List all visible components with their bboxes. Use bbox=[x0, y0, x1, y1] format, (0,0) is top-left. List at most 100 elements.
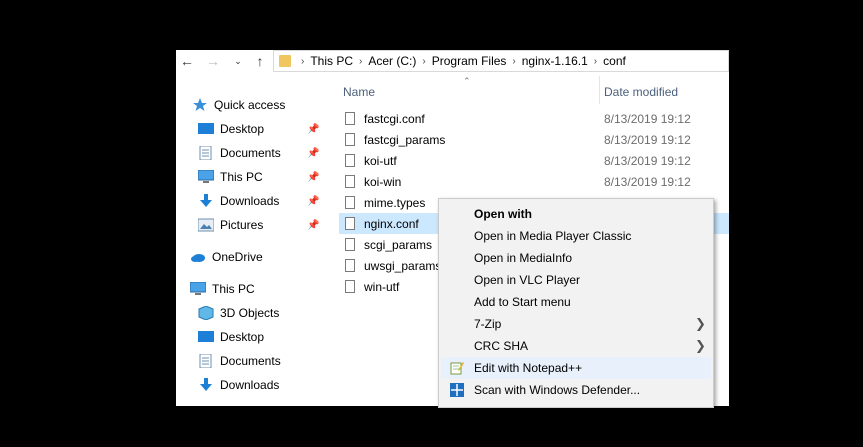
nav-documents-pinned[interactable]: Documents bbox=[198, 142, 281, 164]
menu-item-label: Edit with Notepad++ bbox=[474, 361, 583, 375]
download-icon bbox=[198, 378, 214, 392]
file-icon bbox=[345, 259, 355, 272]
chevron-right-icon: › bbox=[593, 55, 598, 67]
file-name: koi-utf bbox=[364, 153, 397, 168]
pin-icon[interactable]: 📌 bbox=[307, 220, 319, 231]
nav-quick-access[interactable]: Quick access bbox=[192, 94, 285, 116]
up-arrow-icon[interactable]: ↑ bbox=[251, 52, 269, 70]
nav-label: This PC bbox=[220, 170, 263, 184]
breadcrumb-nginx[interactable]: nginx-1.16.1 bbox=[522, 54, 588, 68]
nav-onedrive[interactable]: OneDrive bbox=[190, 246, 263, 268]
documents-icon bbox=[198, 145, 214, 161]
file-name: nginx.conf bbox=[364, 216, 419, 231]
forward-arrow-icon[interactable]: → bbox=[204, 52, 222, 70]
menu-item-scan-windows-defender[interactable]: Scan with Windows Defender... bbox=[441, 379, 711, 401]
breadcrumb-drive[interactable]: Acer (C:) bbox=[368, 54, 416, 68]
sort-ascending-icon: ⌃ bbox=[463, 76, 471, 86]
column-header-date-modified[interactable]: Date modified bbox=[604, 85, 678, 99]
pictures-icon bbox=[197, 218, 215, 232]
menu-item-open-with[interactable]: Open with bbox=[441, 203, 711, 225]
nav-3d-objects[interactable]: 3D Objects bbox=[198, 302, 279, 324]
menu-item-label: Scan with Windows Defender... bbox=[474, 383, 641, 397]
folder-icon bbox=[279, 55, 291, 67]
documents-icon bbox=[198, 353, 214, 369]
file-icon bbox=[345, 280, 355, 293]
nav-label: Pictures bbox=[220, 218, 264, 232]
computer-icon bbox=[197, 169, 215, 184]
navigation-bar: ← → ⌄ ↑ › This PC › Acer (C:) › Program … bbox=[176, 50, 729, 74]
file-row[interactable]: koi-utf 8/13/2019 19:12 bbox=[339, 150, 729, 171]
file-row[interactable]: fastcgi_params 8/13/2019 19:12 bbox=[339, 129, 729, 150]
file-date: 8/13/2019 19:12 bbox=[604, 174, 691, 189]
nav-documents[interactable]: Documents bbox=[198, 350, 281, 372]
file-date: 8/13/2019 19:12 bbox=[604, 132, 691, 147]
menu-item-label: Open in MediaInfo bbox=[474, 251, 573, 265]
nav-this-pc[interactable]: This PC bbox=[189, 278, 255, 300]
nav-pictures-pinned[interactable]: Pictures bbox=[197, 214, 264, 236]
star-icon bbox=[192, 98, 208, 112]
menu-item-add-to-start[interactable]: Add to Start menu bbox=[441, 291, 711, 313]
notepad-plus-plus-icon bbox=[450, 361, 464, 375]
menu-item-crc-sha[interactable]: CRC SHA ❯ bbox=[441, 335, 711, 357]
nav-label: Downloads bbox=[220, 194, 280, 208]
pin-icon[interactable]: 📌 bbox=[307, 172, 319, 183]
breadcrumb-this-pc[interactable]: This PC bbox=[310, 54, 353, 68]
column-divider[interactable] bbox=[599, 76, 600, 104]
file-name: win-utf bbox=[364, 279, 400, 294]
pin-icon[interactable]: 📌 bbox=[307, 148, 319, 159]
recent-locations-chevron-icon[interactable]: ⌄ bbox=[229, 52, 247, 70]
file-date: 8/13/2019 19:12 bbox=[604, 111, 691, 126]
nav-desktop[interactable]: Desktop bbox=[198, 326, 264, 348]
file-name: fastcgi_params bbox=[364, 132, 446, 147]
nav-label: Desktop bbox=[220, 330, 265, 344]
nav-downloads[interactable]: Downloads bbox=[198, 374, 279, 396]
file-icon bbox=[345, 238, 355, 251]
download-icon bbox=[198, 194, 214, 208]
file-icon bbox=[345, 154, 355, 167]
nav-this-pc-pinned[interactable]: This PC bbox=[197, 166, 263, 188]
menu-item-edit-notepad-plus-plus[interactable]: Edit with Notepad++ bbox=[441, 357, 711, 379]
nav-label: Documents bbox=[220, 354, 281, 368]
file-row[interactable]: fastcgi.conf 8/13/2019 19:12 bbox=[339, 108, 729, 129]
desktop-icon bbox=[198, 330, 214, 344]
file-name: fastcgi.conf bbox=[364, 111, 425, 126]
menu-item-open-vlc[interactable]: Open in VLC Player bbox=[441, 269, 711, 291]
file-row[interactable]: koi-win 8/13/2019 19:12 bbox=[339, 171, 729, 192]
menu-item-open-mediainfo[interactable]: Open in MediaInfo bbox=[441, 247, 711, 269]
breadcrumb-conf[interactable]: conf bbox=[603, 54, 626, 68]
cloud-icon bbox=[190, 250, 206, 264]
menu-item-open-media-player-classic[interactable]: Open in Media Player Classic bbox=[441, 225, 711, 247]
navigation-pane: Quick access Desktop Documents This PC D… bbox=[176, 88, 326, 406]
nav-label: OneDrive bbox=[212, 250, 263, 264]
desktop-icon bbox=[198, 122, 214, 136]
nav-label: Desktop bbox=[220, 122, 265, 136]
breadcrumb-program-files[interactable]: Program Files bbox=[432, 54, 507, 68]
submenu-arrow-icon: ❯ bbox=[695, 338, 706, 353]
file-icon bbox=[345, 133, 355, 146]
nav-label: This PC bbox=[212, 282, 255, 296]
address-bar[interactable]: › This PC › Acer (C:) › Program Files › … bbox=[273, 50, 729, 72]
menu-item-label: Add to Start menu bbox=[474, 295, 571, 309]
file-name: uwsgi_params bbox=[364, 258, 442, 273]
chevron-right-icon: › bbox=[301, 55, 305, 67]
submenu-arrow-icon: ❯ bbox=[695, 316, 706, 331]
menu-item-label: Open in Media Player Classic bbox=[474, 229, 632, 243]
file-icon bbox=[345, 217, 355, 230]
column-header-name[interactable]: Name bbox=[343, 85, 375, 99]
pin-icon[interactable]: 📌 bbox=[307, 196, 319, 207]
menu-item-label: Open with bbox=[474, 207, 532, 221]
file-date: 8/13/2019 19:12 bbox=[604, 153, 691, 168]
menu-item-label: Open in VLC Player bbox=[474, 273, 581, 287]
file-icon bbox=[345, 112, 355, 125]
column-headers: ⌃ Name Date modified bbox=[326, 76, 729, 104]
nav-downloads-pinned[interactable]: Downloads bbox=[198, 190, 279, 212]
back-arrow-icon[interactable]: ← bbox=[178, 52, 196, 70]
file-name: scgi_params bbox=[364, 237, 433, 252]
file-name: koi-win bbox=[364, 174, 402, 189]
nav-label: Quick access bbox=[214, 98, 286, 112]
context-menu: Open with Open in Media Player Classic O… bbox=[438, 198, 714, 408]
nav-desktop-pinned[interactable]: Desktop bbox=[198, 118, 264, 140]
nav-label: Downloads bbox=[220, 378, 280, 392]
menu-item-7zip[interactable]: 7-Zip ❯ bbox=[441, 313, 711, 335]
pin-icon[interactable]: 📌 bbox=[307, 124, 319, 135]
